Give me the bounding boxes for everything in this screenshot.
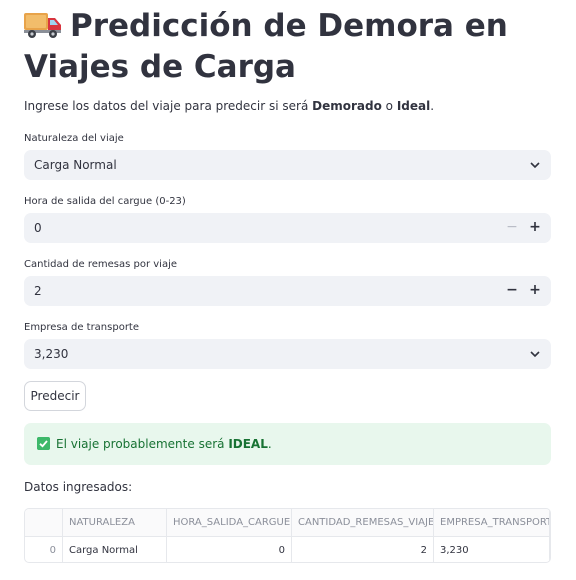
hora-increment-button[interactable]: +: [527, 220, 543, 234]
empresa-select[interactable]: 3,230: [24, 339, 551, 369]
chevron-down-icon: [530, 351, 540, 358]
hora-value[interactable]: 0: [34, 221, 42, 235]
remesas-increment-button[interactable]: +: [527, 283, 543, 297]
column-header-naturaleza[interactable]: NATURALEZA: [63, 509, 167, 536]
hora-label: Hora de salida del cargue (0-23): [24, 196, 186, 207]
result-message: El viaje probablemente será IDEAL.: [56, 437, 272, 451]
cell-hora[interactable]: 0: [167, 537, 292, 562]
success-alert: El viaje probablemente será IDEAL.: [24, 423, 551, 465]
table-row: 0 Carga Normal 0 2 3,230: [25, 537, 550, 562]
empresa-label: Empresa de transporte: [24, 322, 140, 333]
remesas-decrement-button[interactable]: −: [504, 283, 520, 297]
predecir-button[interactable]: Predecir: [24, 381, 86, 411]
column-header-empresa[interactable]: EMPRESA_TRANSPORTE: [434, 509, 550, 536]
column-header-index[interactable]: [25, 509, 63, 536]
hora-decrement-button[interactable]: −: [504, 220, 520, 234]
app-root: Predicción de Demora en Viajes de Carga …: [0, 0, 576, 580]
naturaleza-select[interactable]: Carga Normal: [24, 150, 551, 180]
page-title-text: Predicción de Demora en Viajes de Carga: [24, 8, 508, 85]
column-header-hora[interactable]: HORA_SALIDA_CARGUE: [167, 509, 292, 536]
remesas-number-input[interactable]: 2 − +: [24, 276, 551, 306]
column-header-remesas[interactable]: CANTIDAD_REMESAS_VIAJE: [292, 509, 434, 536]
cell-remesas[interactable]: 2: [292, 537, 434, 562]
chevron-down-icon: [530, 162, 540, 169]
table-title: Datos ingresados:: [24, 480, 133, 494]
cell-empresa[interactable]: 3,230: [434, 537, 550, 562]
remesas-label: Cantidad de remesas por viaje: [24, 259, 178, 270]
naturaleza-value: Carga Normal: [34, 158, 117, 172]
empresa-value: 3,230: [34, 347, 69, 361]
check-box-icon: [37, 437, 50, 450]
row-index: 0: [25, 537, 63, 562]
data-table[interactable]: NATURALEZA HORA_SALIDA_CARGUE CANTIDAD_R…: [24, 508, 551, 563]
naturaleza-label: Naturaleza del viaje: [24, 133, 124, 144]
remesas-value[interactable]: 2: [34, 284, 42, 298]
page-subtitle: Ingrese los datos del viaje para predeci…: [24, 99, 435, 113]
hora-number-input[interactable]: 0 − +: [24, 213, 551, 243]
table-header-row: NATURALEZA HORA_SALIDA_CARGUE CANTIDAD_R…: [25, 509, 550, 537]
cell-naturaleza[interactable]: Carga Normal: [63, 537, 167, 562]
page-title: Predicción de Demora en Viajes de Carga: [24, 6, 554, 88]
delivery-truck-icon: [24, 13, 61, 38]
